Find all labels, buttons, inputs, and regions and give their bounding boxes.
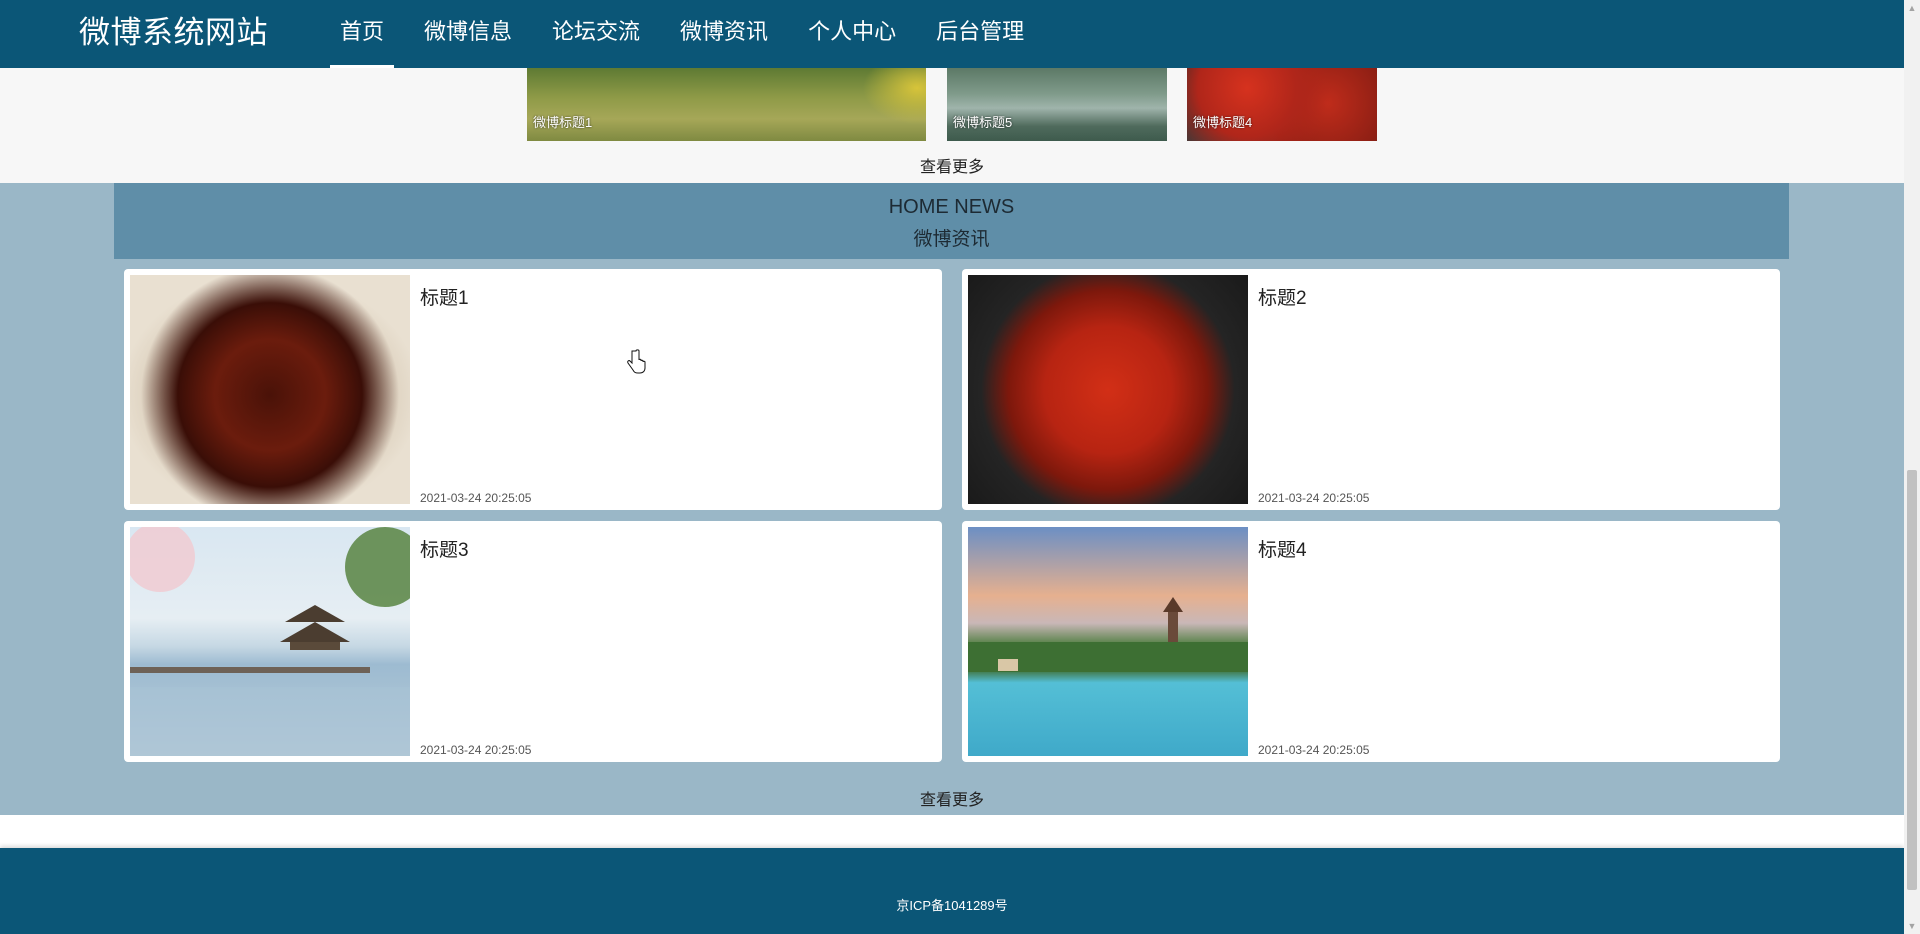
gallery-item[interactable]: 微博标题1 [527, 68, 926, 141]
news-section-header: HOME NEWS 微博资讯 [114, 183, 1789, 259]
news-title: 标题3 [420, 540, 469, 561]
news-image [130, 275, 410, 504]
nav-home[interactable]: 首页 [330, 0, 395, 68]
news-title: 标题1 [420, 288, 469, 309]
footer-spacer [0, 815, 1904, 848]
news-view-more-link[interactable]: 查看更多 [0, 786, 1904, 810]
news-timestamp: 2021-03-24 20:25:05 [420, 491, 532, 505]
news-image [130, 527, 410, 756]
gallery-caption: 微博标题5 [953, 115, 1013, 130]
main-nav: 首页 微博信息 论坛交流 微博资讯 个人中心 后台管理 [330, 0, 1054, 68]
news-image [968, 527, 1248, 756]
nav-forum[interactable]: 论坛交流 [542, 0, 650, 68]
scroll-up-arrow-icon[interactable]: ▲ [1904, 0, 1920, 16]
scrollbar-thumb[interactable] [1907, 470, 1917, 890]
news-title: 标题4 [1258, 540, 1307, 561]
pavilion-illustration [130, 527, 410, 756]
gallery-caption: 微博标题1 [533, 115, 593, 130]
icp-record: 京ICP备1041289号 [896, 898, 1008, 913]
site-logo[interactable]: 微博系统网站 [79, 13, 268, 53]
nav-admin[interactable]: 后台管理 [926, 0, 1034, 68]
page-scrollbar[interactable]: ▲ ▼ [1904, 0, 1920, 934]
news-image [968, 275, 1248, 504]
news-card[interactable]: 标题4 2021-03-24 20:25:05 [962, 521, 1780, 762]
pagoda-illustration [968, 597, 1248, 672]
gallery-item[interactable]: 微博标题5 [947, 68, 1167, 141]
gallery-view-more-link[interactable]: 查看更多 [0, 153, 1904, 177]
news-heading-en: HOME NEWS [888, 196, 1015, 218]
gallery-caption: 微博标题4 [1193, 115, 1253, 130]
news-title: 标题2 [1258, 288, 1307, 309]
site-footer: 京ICP备1041289号 [0, 848, 1904, 934]
hand-cursor-icon [627, 349, 646, 374]
home-news-section: HOME NEWS 微博资讯 标题1 2021-03-24 20:25:05 标… [0, 183, 1904, 815]
scroll-down-arrow-icon[interactable]: ▼ [1904, 918, 1920, 934]
news-heading-cn: 微博资讯 [913, 229, 990, 250]
news-timestamp: 2021-03-24 20:25:05 [1258, 491, 1370, 505]
nav-weibo-info[interactable]: 微博信息 [414, 0, 522, 68]
news-timestamp: 2021-03-24 20:25:05 [420, 743, 532, 757]
nav-personal-center[interactable]: 个人中心 [798, 0, 906, 68]
news-card[interactable]: 标题2 2021-03-24 20:25:05 [962, 269, 1780, 510]
top-navbar: 微博系统网站 首页 微博信息 论坛交流 微博资讯 个人中心 后台管理 [0, 0, 1904, 68]
news-card[interactable]: 标题1 2021-03-24 20:25:05 [124, 269, 942, 510]
news-card[interactable]: 标题3 2021-03-24 20:25:05 [124, 521, 942, 762]
news-timestamp: 2021-03-24 20:25:05 [1258, 743, 1370, 757]
gallery-item[interactable]: 微博标题4 [1187, 68, 1377, 141]
nav-news[interactable]: 微博资讯 [670, 0, 778, 68]
